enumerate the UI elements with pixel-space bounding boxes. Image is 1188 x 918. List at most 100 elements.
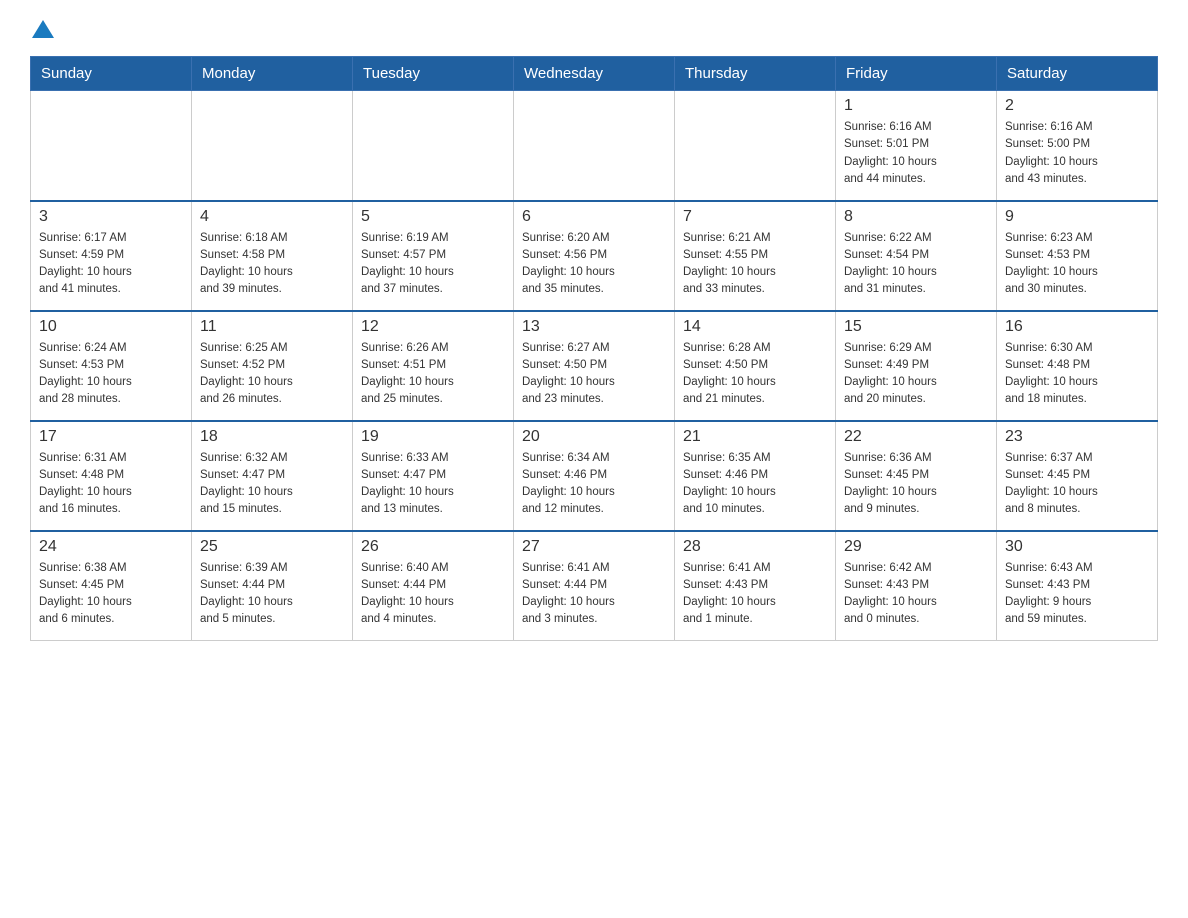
calendar-cell	[31, 91, 192, 201]
day-number: 30	[1005, 538, 1149, 556]
day-number: 20	[522, 428, 666, 446]
calendar-cell: 1 Sunrise: 6:16 AM Sunset: 5:01 PM Daylig…	[836, 91, 997, 201]
day-number: 8	[844, 208, 988, 226]
day-number: 12	[361, 318, 505, 336]
day-info: Sunrise: 6:22 AM Sunset: 4:54 PM Dayligh…	[844, 230, 988, 299]
calendar-cell: 14 Sunrise: 6:28 AM Sunset: 4:50 PM Dayli…	[675, 311, 836, 421]
calendar-cell: 28 Sunrise: 6:41 AM Sunset: 4:43 PM Dayli…	[675, 531, 836, 641]
calendar-cell	[192, 91, 353, 201]
day-number: 13	[522, 318, 666, 336]
day-info: Sunrise: 6:21 AM Sunset: 4:55 PM Dayligh…	[683, 230, 827, 299]
calendar-cell: 22 Sunrise: 6:36 AM Sunset: 4:45 PM Dayli…	[836, 421, 997, 531]
weekday-header-thursday: Thursday	[675, 57, 836, 91]
calendar-cell: 18 Sunrise: 6:32 AM Sunset: 4:47 PM Dayli…	[192, 421, 353, 531]
day-info: Sunrise: 6:31 AM Sunset: 4:48 PM Dayligh…	[39, 450, 183, 519]
calendar-cell: 26 Sunrise: 6:40 AM Sunset: 4:44 PM Dayli…	[353, 531, 514, 641]
calendar-cell: 27Sunrise: 6:41 AM Sunset: 4:44 PM Dayli…	[514, 531, 675, 641]
calendar-cell: 9 Sunrise: 6:23 AM Sunset: 4:53 PM Daylig…	[997, 201, 1158, 311]
day-info: Sunrise: 6:19 AM Sunset: 4:57 PM Dayligh…	[361, 230, 505, 299]
calendar-cell: 16Sunrise: 6:30 AM Sunset: 4:48 PM Dayli…	[997, 311, 1158, 421]
day-info: Sunrise: 6:28 AM Sunset: 4:50 PM Dayligh…	[683, 340, 827, 409]
page-header	[30, 20, 1158, 36]
calendar-cell: 12 Sunrise: 6:26 AM Sunset: 4:51 PM Dayli…	[353, 311, 514, 421]
calendar-cell: 24 Sunrise: 6:38 AM Sunset: 4:45 PM Dayli…	[31, 531, 192, 641]
day-number: 6	[522, 208, 666, 226]
day-info: Sunrise: 6:16 AM Sunset: 5:01 PM Dayligh…	[844, 119, 988, 188]
weekday-header-row: SundayMondayTuesdayWednesdayThursdayFrid…	[31, 57, 1158, 91]
day-info: Sunrise: 6:41 AM Sunset: 4:43 PM Dayligh…	[683, 560, 827, 629]
day-number: 1	[844, 97, 988, 115]
day-info: Sunrise: 6:42 AM Sunset: 4:43 PM Dayligh…	[844, 560, 988, 629]
day-info: Sunrise: 6:39 AM Sunset: 4:44 PM Dayligh…	[200, 560, 344, 629]
day-number: 26	[361, 538, 505, 556]
calendar-cell: 15 Sunrise: 6:29 AM Sunset: 4:49 PM Dayli…	[836, 311, 997, 421]
calendar-cell: 8 Sunrise: 6:22 AM Sunset: 4:54 PM Daylig…	[836, 201, 997, 311]
logo	[30, 20, 54, 36]
day-number: 10	[39, 318, 183, 336]
calendar-cell: 6Sunrise: 6:20 AM Sunset: 4:56 PM Daylig…	[514, 201, 675, 311]
calendar-week-row: 10 Sunrise: 6:24 AM Sunset: 4:53 PM Dayli…	[31, 311, 1158, 421]
calendar-cell	[675, 91, 836, 201]
day-number: 15	[844, 318, 988, 336]
weekday-header-sunday: Sunday	[31, 57, 192, 91]
weekday-header-tuesday: Tuesday	[353, 57, 514, 91]
calendar-cell	[514, 91, 675, 201]
calendar-week-row: 17Sunrise: 6:31 AM Sunset: 4:48 PM Dayli…	[31, 421, 1158, 531]
day-number: 4	[200, 208, 344, 226]
day-number: 11	[200, 318, 344, 336]
day-info: Sunrise: 6:25 AM Sunset: 4:52 PM Dayligh…	[200, 340, 344, 409]
weekday-header-wednesday: Wednesday	[514, 57, 675, 91]
day-number: 25	[200, 538, 344, 556]
calendar-cell: 5 Sunrise: 6:19 AM Sunset: 4:57 PM Daylig…	[353, 201, 514, 311]
logo-triangle-icon	[32, 18, 54, 40]
calendar-cell: 19Sunrise: 6:33 AM Sunset: 4:47 PM Dayli…	[353, 421, 514, 531]
day-info: Sunrise: 6:24 AM Sunset: 4:53 PM Dayligh…	[39, 340, 183, 409]
day-number: 2	[1005, 97, 1149, 115]
day-info: Sunrise: 6:41 AM Sunset: 4:44 PM Dayligh…	[522, 560, 666, 629]
calendar-cell: 13Sunrise: 6:27 AM Sunset: 4:50 PM Dayli…	[514, 311, 675, 421]
calendar-cell: 21Sunrise: 6:35 AM Sunset: 4:46 PM Dayli…	[675, 421, 836, 531]
day-number: 18	[200, 428, 344, 446]
day-number: 14	[683, 318, 827, 336]
day-info: Sunrise: 6:23 AM Sunset: 4:53 PM Dayligh…	[1005, 230, 1149, 299]
day-number: 16	[1005, 318, 1149, 336]
day-info: Sunrise: 6:17 AM Sunset: 4:59 PM Dayligh…	[39, 230, 183, 299]
weekday-header-monday: Monday	[192, 57, 353, 91]
day-info: Sunrise: 6:40 AM Sunset: 4:44 PM Dayligh…	[361, 560, 505, 629]
calendar-week-row: 3 Sunrise: 6:17 AM Sunset: 4:59 PM Daylig…	[31, 201, 1158, 311]
calendar-cell: 3 Sunrise: 6:17 AM Sunset: 4:59 PM Daylig…	[31, 201, 192, 311]
day-info: Sunrise: 6:16 AM Sunset: 5:00 PM Dayligh…	[1005, 119, 1149, 188]
day-info: Sunrise: 6:37 AM Sunset: 4:45 PM Dayligh…	[1005, 450, 1149, 519]
calendar-cell: 30 Sunrise: 6:43 AM Sunset: 4:43 PM Dayli…	[997, 531, 1158, 641]
day-number: 3	[39, 208, 183, 226]
calendar-cell: 23 Sunrise: 6:37 AM Sunset: 4:45 PM Dayli…	[997, 421, 1158, 531]
day-number: 9	[1005, 208, 1149, 226]
day-number: 24	[39, 538, 183, 556]
weekday-header-friday: Friday	[836, 57, 997, 91]
calendar-week-row: 24 Sunrise: 6:38 AM Sunset: 4:45 PM Dayli…	[31, 531, 1158, 641]
calendar-cell: 25 Sunrise: 6:39 AM Sunset: 4:44 PM Dayli…	[192, 531, 353, 641]
day-number: 7	[683, 208, 827, 226]
day-number: 23	[1005, 428, 1149, 446]
calendar-cell: 2 Sunrise: 6:16 AM Sunset: 5:00 PM Daylig…	[997, 91, 1158, 201]
day-number: 29	[844, 538, 988, 556]
calendar-cell: 29 Sunrise: 6:42 AM Sunset: 4:43 PM Dayli…	[836, 531, 997, 641]
day-info: Sunrise: 6:26 AM Sunset: 4:51 PM Dayligh…	[361, 340, 505, 409]
calendar-week-row: 1 Sunrise: 6:16 AM Sunset: 5:01 PM Daylig…	[31, 91, 1158, 201]
day-info: Sunrise: 6:36 AM Sunset: 4:45 PM Dayligh…	[844, 450, 988, 519]
day-info: Sunrise: 6:32 AM Sunset: 4:47 PM Dayligh…	[200, 450, 344, 519]
day-info: Sunrise: 6:34 AM Sunset: 4:46 PM Dayligh…	[522, 450, 666, 519]
day-number: 5	[361, 208, 505, 226]
day-info: Sunrise: 6:43 AM Sunset: 4:43 PM Dayligh…	[1005, 560, 1149, 629]
day-info: Sunrise: 6:29 AM Sunset: 4:49 PM Dayligh…	[844, 340, 988, 409]
calendar-cell: 7 Sunrise: 6:21 AM Sunset: 4:55 PM Daylig…	[675, 201, 836, 311]
day-info: Sunrise: 6:33 AM Sunset: 4:47 PM Dayligh…	[361, 450, 505, 519]
calendar-cell: 20 Sunrise: 6:34 AM Sunset: 4:46 PM Dayli…	[514, 421, 675, 531]
day-number: 21	[683, 428, 827, 446]
calendar-table: SundayMondayTuesdayWednesdayThursdayFrid…	[30, 56, 1158, 641]
weekday-header-saturday: Saturday	[997, 57, 1158, 91]
calendar-cell: 11 Sunrise: 6:25 AM Sunset: 4:52 PM Dayli…	[192, 311, 353, 421]
day-info: Sunrise: 6:38 AM Sunset: 4:45 PM Dayligh…	[39, 560, 183, 629]
day-number: 22	[844, 428, 988, 446]
day-number: 28	[683, 538, 827, 556]
